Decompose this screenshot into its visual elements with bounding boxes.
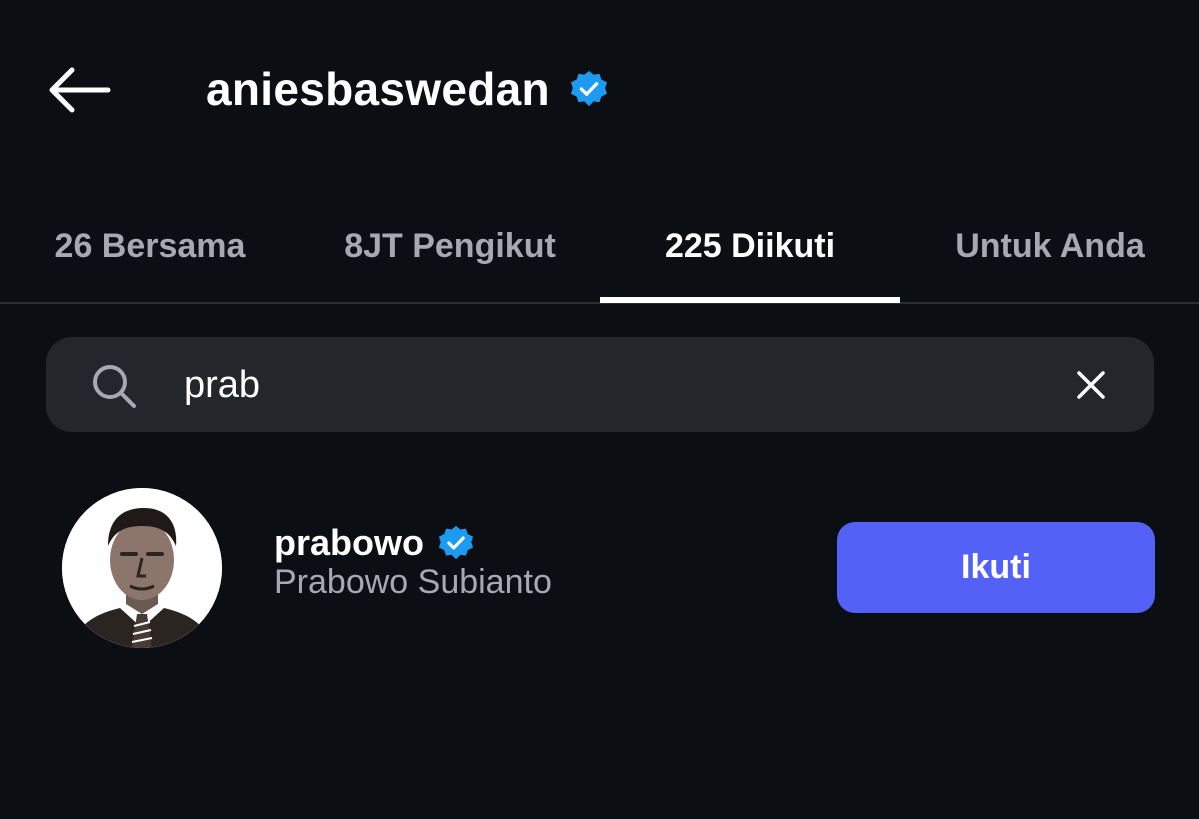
back-button[interactable]	[40, 58, 118, 122]
result-username-row: prabowo	[274, 518, 474, 568]
follow-button[interactable]: Ikuti	[837, 522, 1155, 613]
profile-username: aniesbaswedan	[206, 63, 550, 115]
result-username[interactable]: prabowo	[274, 522, 424, 564]
tab-bersama[interactable]: 26 Bersama	[0, 190, 300, 302]
verified-badge-icon	[570, 70, 608, 108]
tab-pengikut[interactable]: 8JT Pengikut	[300, 190, 600, 302]
avatar[interactable]	[62, 488, 222, 648]
active-tab-indicator	[600, 297, 900, 303]
verified-badge-icon	[438, 525, 474, 561]
arrow-left-icon	[49, 67, 111, 113]
top-bar: aniesbaswedan	[0, 0, 1199, 180]
search-input[interactable]	[184, 352, 1004, 418]
tab-untuk-anda[interactable]: Untuk Anda	[900, 190, 1199, 302]
result-display-name: Prabowo Subianto	[274, 563, 552, 601]
profile-title: aniesbaswedan	[206, 58, 608, 120]
tab-diikuti[interactable]: 225 Diikuti	[600, 190, 900, 302]
profile-tabs: 26 Bersama 8JT Pengikut 225 Diikuti Untu…	[0, 190, 1199, 304]
close-icon	[1077, 371, 1105, 399]
clear-search-button[interactable]	[1066, 360, 1116, 410]
search-icon	[88, 360, 140, 412]
